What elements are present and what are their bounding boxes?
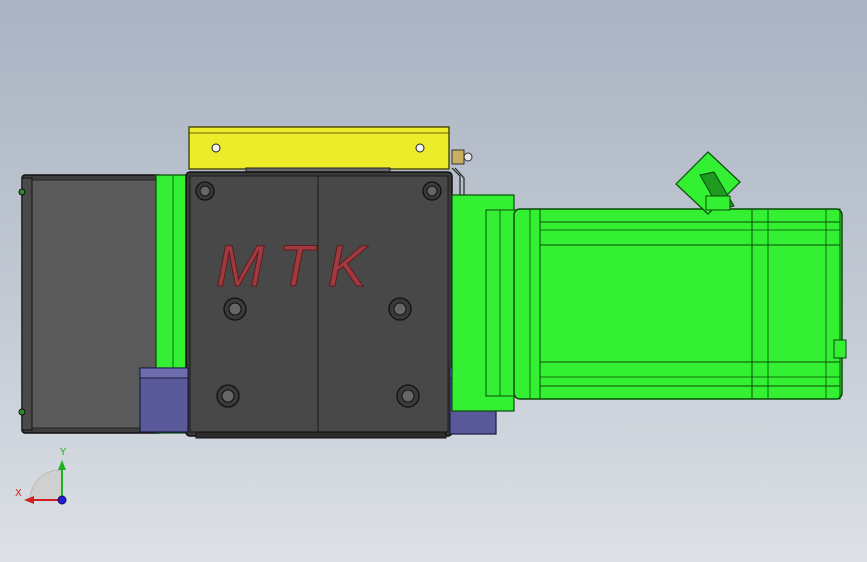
y-axis-arrowhead bbox=[58, 460, 66, 470]
motor-connector[interactable] bbox=[675, 151, 741, 215]
y-axis-label: Y bbox=[59, 447, 67, 458]
cad-model-view[interactable]: MTK Y X bbox=[0, 0, 867, 562]
brand-logo: MTK bbox=[216, 234, 380, 299]
center-plate[interactable] bbox=[185, 171, 453, 439]
x-axis-label: X bbox=[15, 488, 22, 499]
z-axis-dot bbox=[57, 495, 67, 505]
mount-bracket[interactable] bbox=[188, 126, 450, 176]
axis-triad: Y X bbox=[15, 447, 67, 505]
mounting-foot-left[interactable] bbox=[139, 367, 189, 433]
servo-motor-body[interactable] bbox=[513, 208, 847, 400]
x-axis-arrowhead bbox=[24, 496, 34, 504]
cad-viewport[interactable]: MTK Y X bbox=[0, 0, 867, 562]
motor-adapter[interactable] bbox=[451, 194, 517, 412]
